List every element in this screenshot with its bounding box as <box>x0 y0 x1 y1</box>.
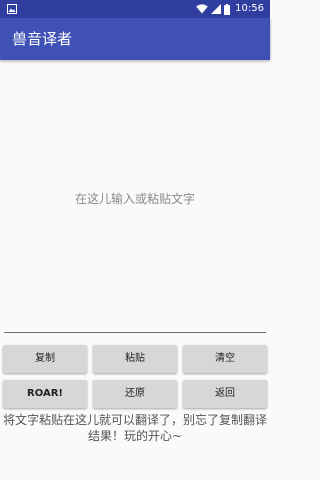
clear-button[interactable]: 清空 <box>183 345 267 373</box>
status-bar: 10:56 <box>0 0 270 18</box>
paste-button[interactable]: 粘贴 <box>93 345 177 373</box>
restore-button[interactable]: 还原 <box>93 380 177 408</box>
app-screen: 10:56 兽音译者 在这儿输入或粘贴文字 复制 粘贴 清空 ROAR! 还原 … <box>0 0 270 480</box>
status-time: 10:56 <box>235 3 264 14</box>
input-placeholder: 在这儿输入或粘贴文字 <box>74 192 195 206</box>
signal-icon <box>211 4 222 14</box>
image-icon <box>7 4 17 14</box>
battery-icon <box>224 3 231 15</box>
text-input[interactable]: 在这儿输入或粘贴文字 <box>4 66 266 334</box>
roar-button[interactable]: ROAR! <box>3 380 87 408</box>
app-title: 兽音译者 <box>12 30 73 48</box>
back-button[interactable]: 返回 <box>183 380 267 408</box>
app-bar: 兽音译者 <box>0 18 270 60</box>
wifi-icon <box>196 4 208 14</box>
copy-button[interactable]: 复制 <box>3 345 87 373</box>
status-icons: 10:56 <box>196 0 264 18</box>
hint-text: 将文字粘贴在这儿就可以翻译了，别忘了复制翻译结果！玩的开心~ <box>2 413 267 443</box>
input-underline <box>4 332 266 333</box>
